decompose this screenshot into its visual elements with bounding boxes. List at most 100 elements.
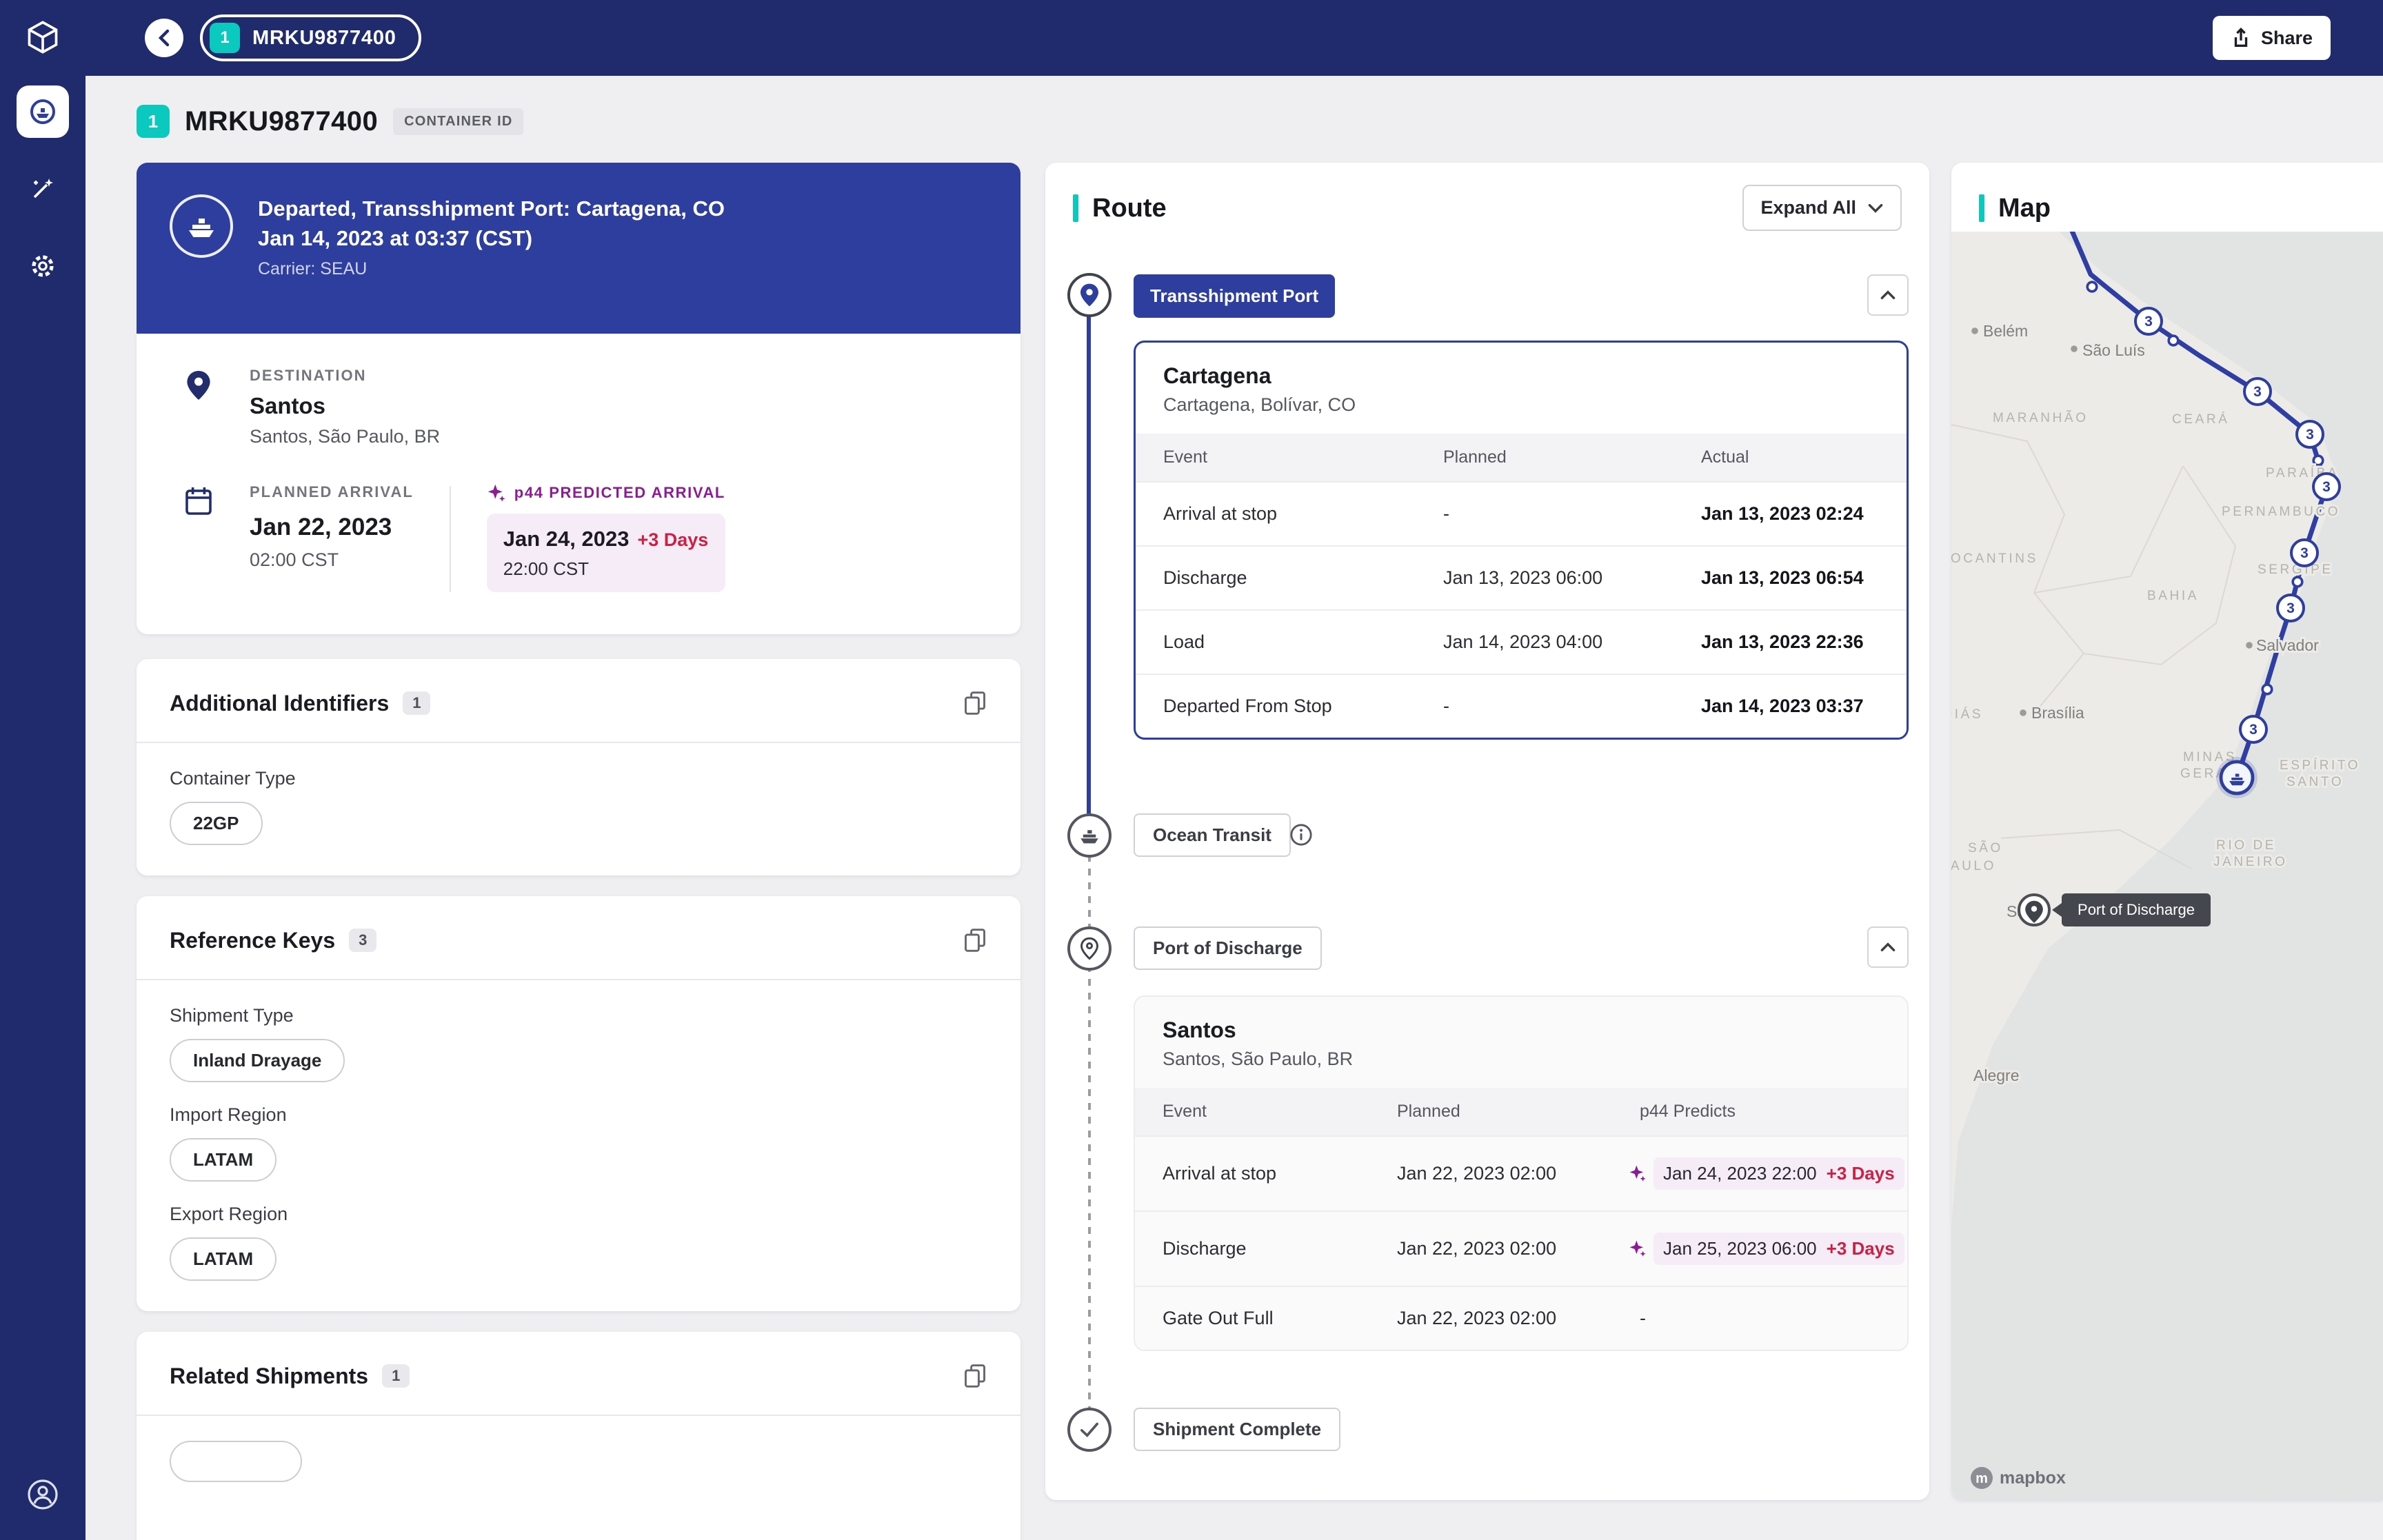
sparkle-icon (1629, 1239, 1647, 1257)
mapbox-attribution[interactable]: m mapbox (1971, 1467, 2066, 1489)
event-row: Discharge Jan 13, 2023 06:00 Jan 13, 202… (1136, 546, 1907, 610)
app-window: 1 MRKU9877400 Share 1 MRKU9877400 CONTAI… (0, 0, 2383, 1540)
page-title-row: 1 MRKU9877400 CONTAINER ID (137, 103, 2383, 139)
shipment-id-pill[interactable]: 1 MRKU9877400 (200, 14, 421, 61)
predicted-delta: +3 Days (637, 529, 708, 550)
collapse-pod-button[interactable] (1867, 926, 1909, 968)
copy-icon[interactable] (963, 1362, 987, 1390)
event-name: Gate Out Full (1135, 1286, 1369, 1350)
predicted-delta: +3 Days (1827, 1238, 1895, 1259)
cluster-marker[interactable]: 3 (2135, 308, 2162, 334)
back-button[interactable] (145, 19, 183, 57)
event-planned: - (1416, 482, 1673, 546)
map-label: Belém (1983, 322, 2028, 340)
collapse-transshipment-button[interactable] (1867, 274, 1909, 316)
main-area: 1 MRKU9877400 Share 1 MRKU9877400 CONTAI… (86, 0, 2383, 1540)
reference-keys-card: Reference Keys 3 Shipment Type Inland Dr… (137, 896, 1020, 1311)
cluster-marker[interactable]: 3 (2297, 421, 2323, 447)
map-label: GOIÁS (1951, 707, 1983, 722)
import-region-chip: LATAM (170, 1138, 276, 1182)
related-shipment-chip[interactable] (170, 1441, 302, 1482)
container-type-chip: 22GP (170, 802, 263, 845)
cluster-marker[interactable]: 3 (2278, 595, 2304, 621)
event-row: Load Jan 14, 2023 04:00 Jan 13, 2023 22:… (1136, 610, 1907, 674)
planned-arrival-label: PLANNED ARRIVAL (250, 483, 414, 501)
map-label: RIO DE (2216, 838, 2276, 853)
count-badge: 1 (403, 691, 430, 715)
sidebar-item-settings[interactable] (17, 240, 69, 292)
destination-label: DESTINATION (250, 367, 440, 385)
transshipment-port-badge[interactable]: Transshipment Port (1134, 274, 1335, 318)
share-button[interactable]: Share (2213, 16, 2331, 60)
column-header: Planned (1416, 434, 1673, 482)
predicted-date: Jan 25, 2023 06:00 (1663, 1238, 1817, 1259)
route-title: Route (1092, 194, 1167, 223)
shipment-complete-button[interactable]: Shipment Complete (1134, 1408, 1340, 1451)
field-label: Shipment Type (170, 1005, 987, 1026)
column-header: Actual (1673, 434, 1907, 482)
transshipment-node (1067, 273, 1112, 317)
accent-bar (1073, 194, 1078, 222)
cluster-count: 3 (2144, 314, 2153, 330)
map-label: Brasília (2031, 704, 2084, 722)
event-actual: Jan 13, 2023 22:36 (1673, 610, 1907, 674)
event-row: Discharge Jan 22, 2023 02:00 Jan 25, 202… (1135, 1211, 1907, 1286)
event-prediction: Jan 24, 2023 22:00+3 Days (1612, 1136, 1907, 1211)
cluster-marker[interactable]: 3 (2291, 540, 2317, 566)
map-label: SERGIPE (2258, 563, 2333, 577)
planned-arrival-time: 02:00 CST (250, 549, 414, 571)
map-panel: Map (1951, 163, 2383, 1500)
event-name: Discharge (1136, 546, 1416, 610)
shipment-type-chip: Inland Drayage (170, 1039, 345, 1082)
share-label: Share (2261, 28, 2313, 49)
destination-name: Santos (250, 393, 440, 419)
cluster-marker[interactable]: 3 (2313, 474, 2340, 500)
field-label: Container Type (170, 768, 987, 789)
field-label: Import Region (170, 1104, 987, 1126)
expand-all-button[interactable]: Expand All (1742, 185, 1902, 231)
event-name: Arrival at stop (1135, 1136, 1369, 1211)
event-prediction: Jan 25, 2023 06:00 +3 Days (1612, 1211, 1907, 1286)
sidebar-item-automations[interactable] (17, 163, 69, 215)
field-label: Export Region (170, 1204, 987, 1225)
event-name: Arrival at stop (1136, 482, 1416, 546)
location-pin-icon (170, 367, 228, 447)
cluster-marker[interactable]: 3 (2244, 378, 2271, 405)
event-row: Arrival at stop Jan 22, 2023 02:00 Jan 2… (1135, 1136, 1907, 1211)
cluster-count: 3 (2253, 384, 2262, 400)
vessel-marker[interactable] (2216, 757, 2258, 798)
ocean-transit-button[interactable]: Ocean Transit (1134, 813, 1291, 857)
predicted-arrival-date: Jan 24, 2023 (503, 527, 630, 551)
content: 1 MRKU9877400 CONTAINER ID Departed, Tra… (86, 76, 2383, 1540)
stop-name: Cartagena (1163, 363, 1879, 389)
calendar-icon (170, 483, 228, 592)
status-timestamp: Jan 14, 2023 at 03:37 (CST) (258, 223, 725, 254)
event-name: Discharge (1135, 1211, 1369, 1286)
transshipment-details-card: Cartagena Cartagena, Bolívar, CO Event P… (1134, 341, 1909, 740)
destination-address: Santos, São Paulo, BR (250, 426, 440, 447)
additional-identifiers-card: Additional Identifiers 1 Container Type … (137, 659, 1020, 875)
info-icon[interactable] (1289, 823, 1313, 847)
destination-card: DESTINATION Santos Santos, São Paulo, BR (137, 334, 1020, 634)
map-label: PAULO (1951, 859, 1996, 873)
map-label: SÃO (1968, 840, 2003, 855)
port-of-discharge-button[interactable]: Port of Discharge (1134, 926, 1322, 970)
sidebar (0, 0, 86, 1540)
cluster-count: 3 (2249, 722, 2258, 738)
event-row: Departed From Stop - Jan 14, 2023 03:37 (1136, 674, 1907, 738)
chevron-up-icon (1880, 290, 1896, 301)
sidebar-item-tracking[interactable] (17, 85, 69, 138)
cluster-marker[interactable]: 3 (2240, 716, 2266, 742)
copy-icon[interactable] (963, 926, 987, 954)
stop-location: Santos, São Paulo, BR (1163, 1048, 1880, 1070)
column-header: Event (1136, 434, 1416, 482)
location-pin-icon (1080, 937, 1099, 960)
app-logo-icon[interactable] (25, 19, 61, 61)
event-name: Load (1136, 610, 1416, 674)
map-canvas[interactable]: MARANHÃO CEARÁ PARAÍBA PERNAMBUCO TOCANT… (1951, 232, 2383, 1500)
accent-bar (1979, 194, 1984, 222)
chevron-up-icon (1880, 942, 1896, 953)
predicted-arrival-time: 22:00 CST (503, 558, 709, 580)
user-avatar-icon[interactable] (25, 1477, 61, 1518)
copy-icon[interactable] (963, 689, 987, 717)
